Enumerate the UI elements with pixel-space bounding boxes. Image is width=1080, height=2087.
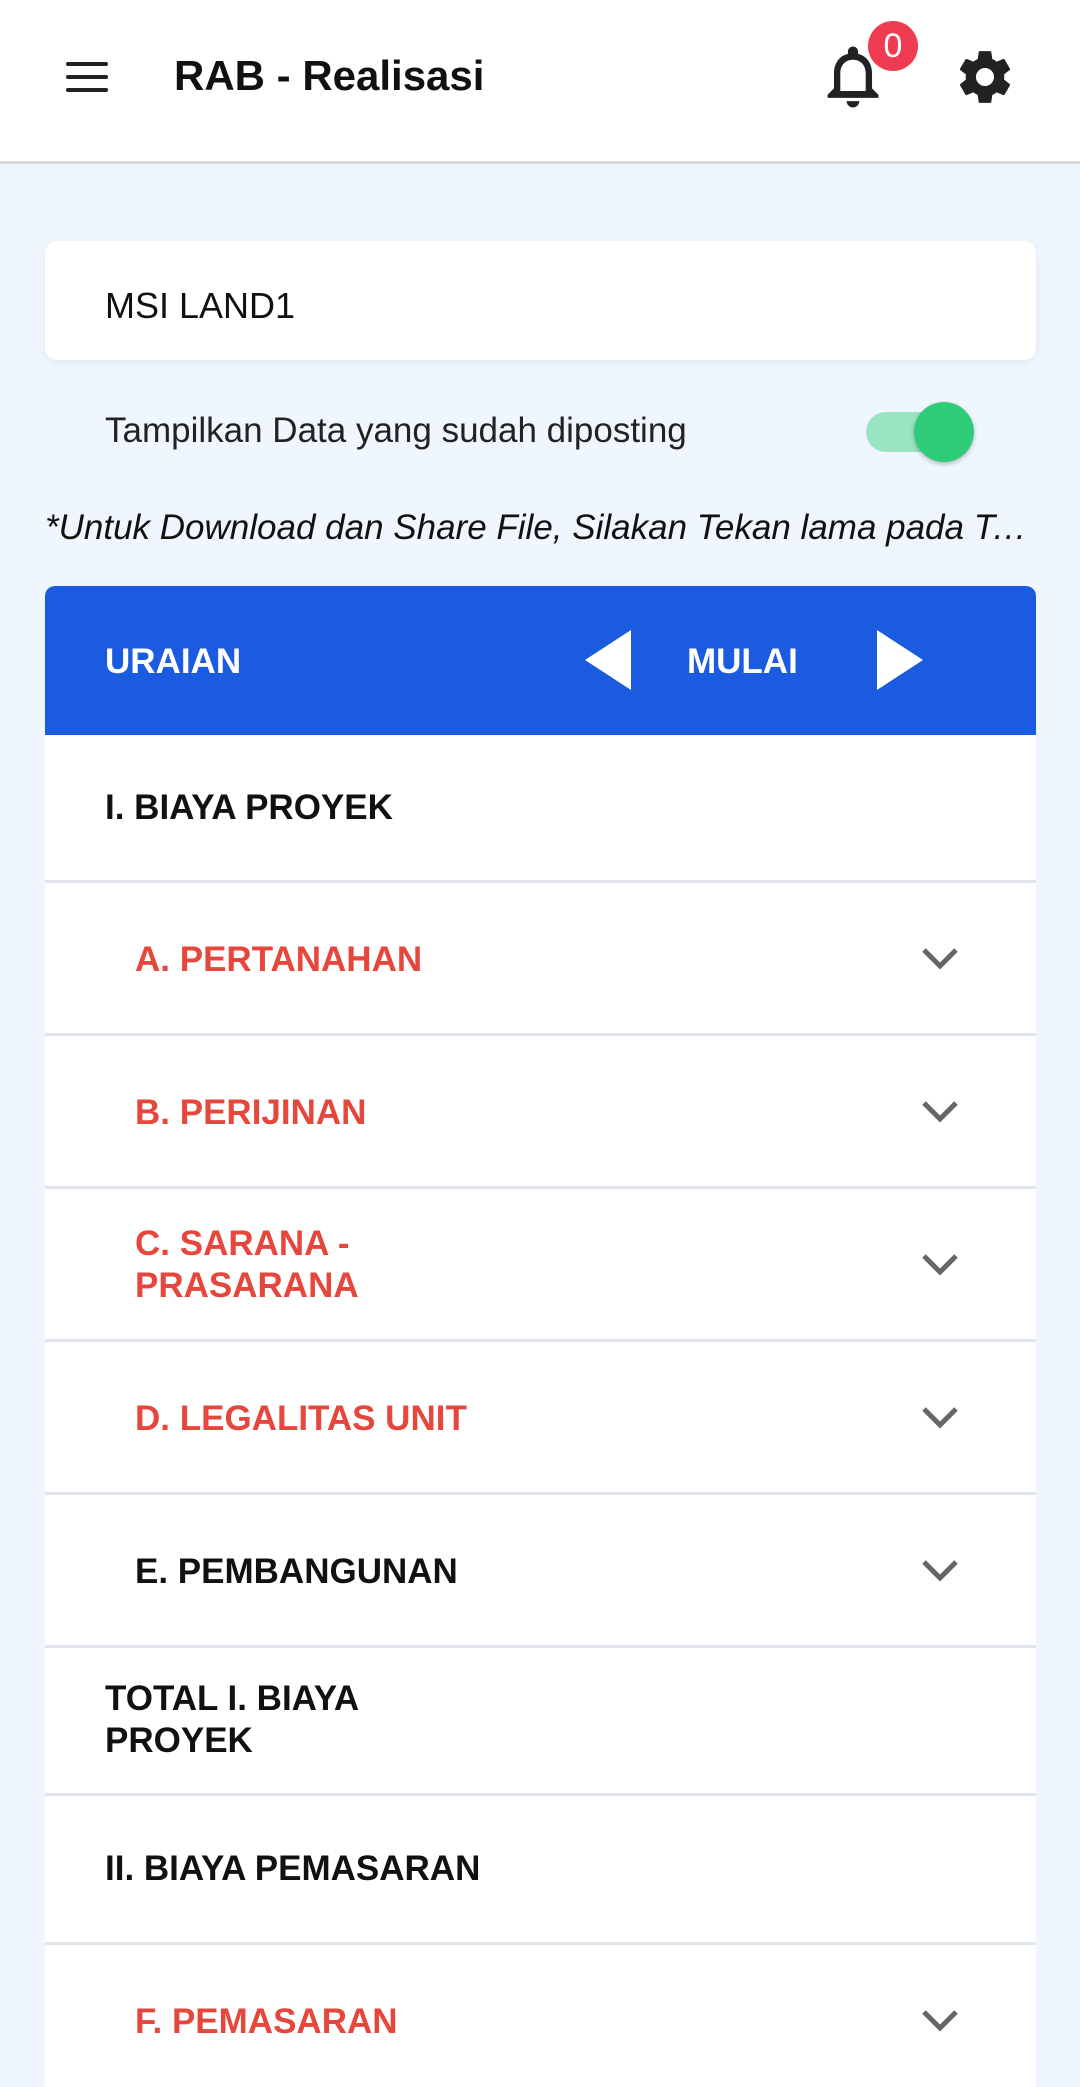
table-row[interactable]: A. PERTANAHAN xyxy=(45,883,1036,1036)
project-select-value: MSI LAND1 xyxy=(105,285,296,326)
table-row[interactable]: D. LEGALITAS UNIT xyxy=(45,1342,1036,1495)
chevron-down-icon[interactable] xyxy=(921,2009,959,2033)
column-header-mulai: MULAI xyxy=(687,642,798,681)
row-label: A. PERTANAHAN xyxy=(135,940,423,979)
row-label: E. PEMBANGUNAN xyxy=(135,1552,458,1591)
table-row[interactable]: I. BIAYA PROYEK xyxy=(45,735,1036,883)
chevron-down-icon[interactable] xyxy=(921,1253,959,1277)
hint-text: *Untuk Download dan Share File, Silakan … xyxy=(45,508,1045,547)
row-label: F. PEMASARAN xyxy=(135,2002,398,2041)
posted-toggle-label: Tampilkan Data yang sudah diposting xyxy=(105,411,687,450)
chevron-down-icon[interactable] xyxy=(921,1406,959,1430)
table-row[interactable]: II. BIAYA PEMASARAN xyxy=(45,1796,1036,1945)
chevron-down-icon[interactable] xyxy=(921,1100,959,1124)
rab-table: URAIAN MULAI I. BIAYA PROYEK A. PERTANAH… xyxy=(45,586,1036,2087)
row-label-line1: C. SARANA - xyxy=(135,1224,350,1263)
posted-toggle[interactable] xyxy=(866,402,974,462)
project-select[interactable]: MSI LAND1 xyxy=(45,241,1036,360)
row-label: II. BIAYA PEMASARAN xyxy=(105,1849,481,1888)
app-bar: RAB - Realisasi 0 xyxy=(0,0,1080,164)
row-label-line1: TOTAL I. BIAYA xyxy=(105,1679,360,1718)
row-label: B. PERIJINAN xyxy=(135,1093,367,1132)
table-row[interactable]: F. PEMASARAN xyxy=(45,1945,1036,2087)
previous-column-icon[interactable] xyxy=(585,630,631,690)
table-row[interactable]: C. SARANA - PRASARANA xyxy=(45,1189,1036,1342)
row-label-line2: PRASARANA xyxy=(135,1266,359,1305)
row-label: I. BIAYA PROYEK xyxy=(105,788,393,827)
page-title: RAB - Realisasi xyxy=(174,52,485,99)
gear-icon[interactable] xyxy=(954,46,1016,108)
notification-badge: 0 xyxy=(868,21,918,71)
table-row[interactable]: TOTAL I. BIAYA PROYEK xyxy=(45,1648,1036,1796)
row-label: D. LEGALITAS UNIT xyxy=(135,1399,467,1438)
chevron-down-icon[interactable] xyxy=(921,947,959,971)
table-header: URAIAN MULAI xyxy=(45,586,1036,735)
table-row[interactable]: E. PEMBANGUNAN xyxy=(45,1495,1036,1648)
chevron-down-icon[interactable] xyxy=(921,1559,959,1583)
row-label-line2: PROYEK xyxy=(105,1721,253,1760)
toggle-knob xyxy=(914,402,974,462)
menu-icon[interactable] xyxy=(66,62,108,92)
table-row[interactable]: B. PERIJINAN xyxy=(45,1036,1036,1189)
next-column-icon[interactable] xyxy=(877,630,923,690)
column-header-uraian: URAIAN xyxy=(105,642,242,681)
